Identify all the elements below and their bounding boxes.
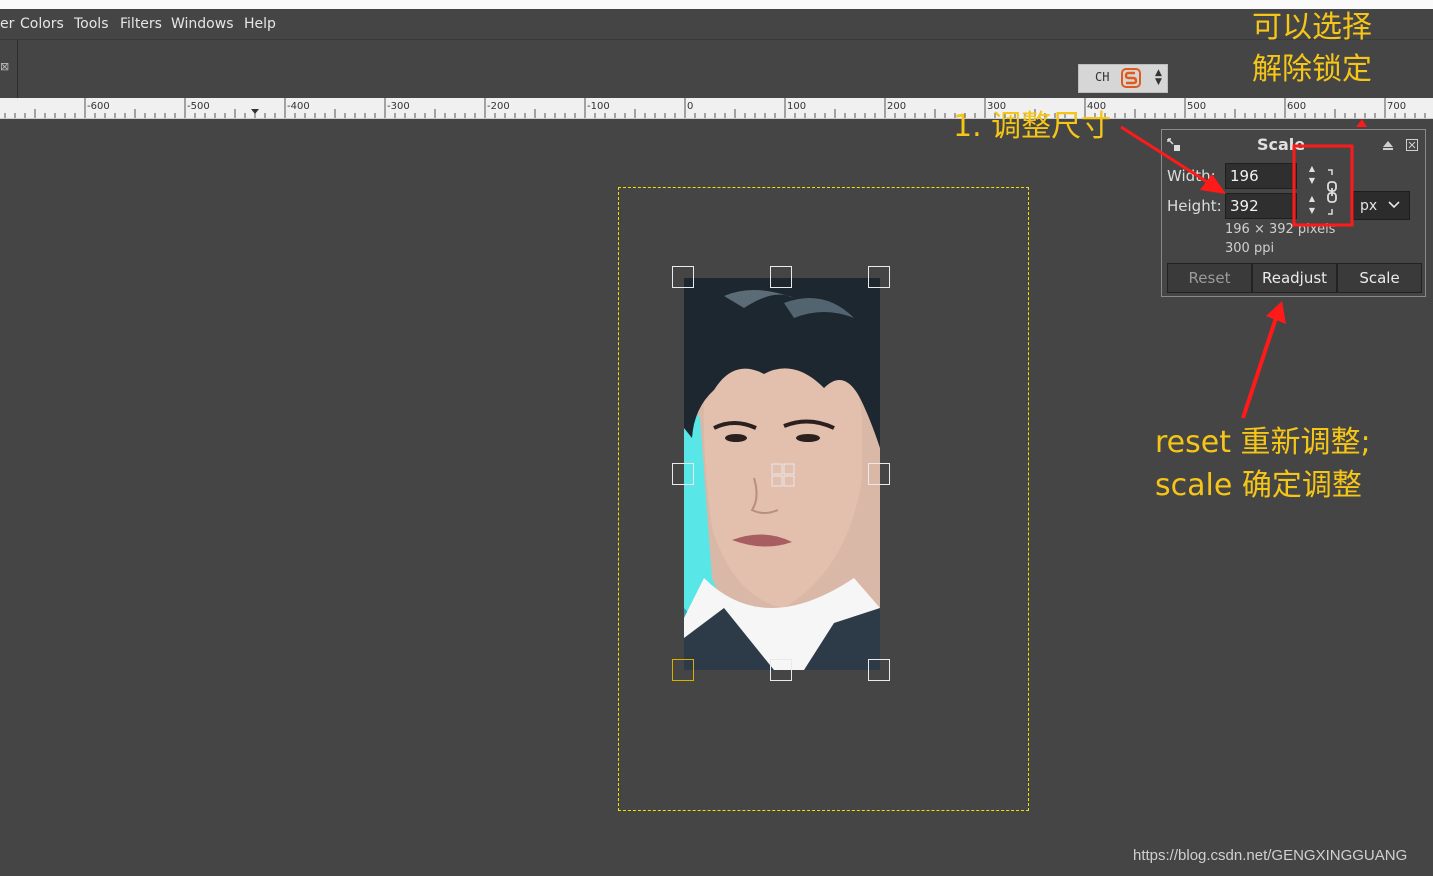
annotation-bottom-line1: reset 重新调整;	[1155, 425, 1371, 460]
ruler-label: -500	[187, 101, 210, 112]
transform-handle-right[interactable]	[868, 463, 890, 485]
sogou-s-icon[interactable]	[1121, 68, 1141, 88]
annotation-resize: 1. 调整尺寸	[953, 109, 1112, 144]
tool-options-close[interactable]: ⊠	[0, 40, 18, 98]
ruler-label: 100	[787, 101, 806, 112]
resolution-info: 300 ppi	[1225, 241, 1275, 256]
ruler-label: 600	[1287, 101, 1306, 112]
chevron-down-icon	[1388, 201, 1400, 209]
window-title-strip	[0, 0, 1433, 9]
transform-handle-bottom-right[interactable]	[868, 659, 890, 681]
ime-more-icon[interactable]: ▲ ▼	[1155, 69, 1162, 87]
transform-center-handle-icon[interactable]	[771, 463, 795, 487]
menubar: er Colors Tools Filters Windows Help	[0, 9, 1433, 39]
readjust-button[interactable]: Readjust	[1252, 263, 1337, 293]
transform-handle-top-left[interactable]	[672, 266, 694, 288]
width-spinner-icon[interactable]: ▲ ▼	[1305, 163, 1319, 189]
close-icon[interactable]	[1406, 139, 1418, 151]
ruler-label: -300	[387, 101, 410, 112]
close-icon[interactable]: ⊠	[0, 60, 9, 73]
menu-layer[interactable]: er	[0, 16, 14, 32]
dialog-title: Scale	[1257, 135, 1306, 154]
tool-options-bar: ⊠	[0, 39, 1433, 99]
height-input[interactable]: 392	[1225, 193, 1297, 219]
chain-lock-icon[interactable]	[1324, 168, 1340, 216]
ruler-label: -100	[587, 101, 610, 112]
ruler-label: 200	[887, 101, 906, 112]
width-input[interactable]: 196	[1225, 163, 1297, 189]
annotation-bottom-line2: scale 确定调整	[1155, 468, 1362, 503]
scale-button[interactable]: Scale	[1337, 263, 1422, 293]
transform-handle-top-right[interactable]	[868, 266, 890, 288]
ruler-label: 0	[687, 101, 693, 112]
unit-value: px	[1360, 198, 1378, 214]
ruler-label: -200	[487, 101, 510, 112]
menu-windows[interactable]: Windows	[171, 16, 234, 32]
unit-select[interactable]: px	[1353, 191, 1410, 220]
ime-mode-label[interactable]: CH	[1095, 70, 1109, 84]
scale-dialog: Scale Width: 196 ▲ ▼ Height: 392 ▲ ▼ px 19…	[1161, 129, 1426, 297]
detach-icon[interactable]	[1382, 139, 1394, 151]
ruler-label: 500	[1187, 101, 1206, 112]
ruler-label: 700	[1387, 101, 1406, 112]
menu-tools[interactable]: Tools	[74, 16, 109, 32]
size-info: 196 × 392 pixels	[1225, 222, 1336, 237]
ime-toolbar[interactable]: CH ▲ ▼	[1078, 64, 1168, 93]
watermark: https://blog.csdn.net/GENGXINGGUANG	[1133, 847, 1408, 864]
height-label: Height:	[1167, 197, 1222, 215]
ruler-label: -600	[87, 101, 110, 112]
annotation-unlock-line2: 解除锁定	[1252, 52, 1372, 87]
transform-handle-bottom-left[interactable]	[672, 659, 694, 681]
ruler-pointer-marker	[251, 109, 259, 114]
ruler-label: -400	[287, 101, 310, 112]
annotation-unlock-line1: 可以选择	[1252, 10, 1372, 45]
horizontal-ruler: 0-600-500-400-300-200-100010020030040050…	[0, 98, 1433, 119]
menu-colors[interactable]: Colors	[20, 16, 64, 32]
menu-filters[interactable]: Filters	[120, 16, 162, 32]
transform-handle-bottom[interactable]	[770, 659, 792, 681]
menu-help[interactable]: Help	[244, 16, 276, 32]
transform-handle-top[interactable]	[770, 266, 792, 288]
width-label: Width:	[1167, 167, 1216, 185]
scale-tool-icon	[1167, 138, 1180, 151]
height-spinner-icon[interactable]: ▲ ▼	[1305, 193, 1319, 219]
transform-handle-left[interactable]	[672, 463, 694, 485]
reset-button[interactable]: Reset	[1167, 263, 1252, 293]
